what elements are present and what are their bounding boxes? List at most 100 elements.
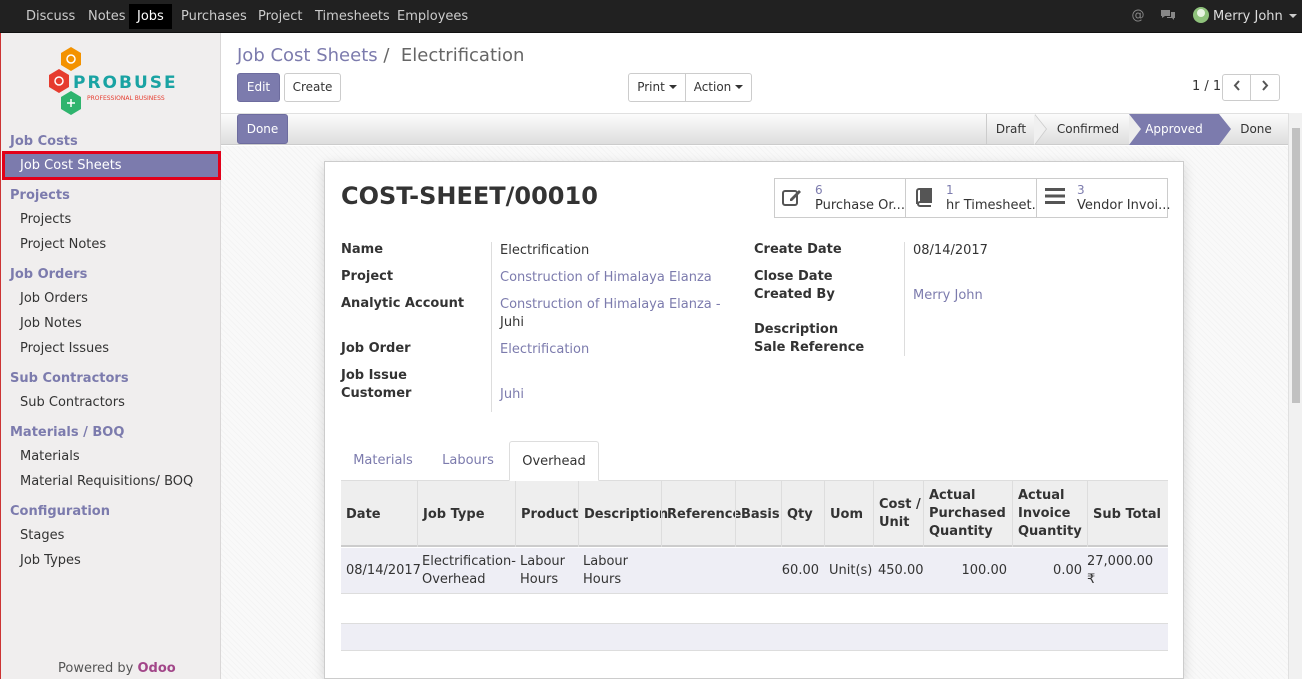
section-job-orders: Job Orders: [10, 267, 88, 282]
pager-value: 1 / 1: [1192, 79, 1222, 94]
col-date[interactable]: Date: [341, 481, 417, 547]
done-button[interactable]: Done: [237, 114, 288, 144]
stage-confirmed[interactable]: Confirmed: [1047, 114, 1129, 145]
form-sheet: COST-SHEET/00010 6 Purchase Or... 1 hr T…: [324, 161, 1184, 679]
edit-button[interactable]: Edit: [237, 73, 280, 102]
stage-done[interactable]: Done: [1231, 114, 1281, 145]
odoo-link[interactable]: Odoo: [138, 661, 176, 676]
scrollbar[interactable]: [1288, 113, 1302, 679]
purchase-orders-label: Purchase Or...: [815, 198, 905, 213]
col-reference[interactable]: Reference: [661, 481, 741, 547]
section-sub-contractors: Sub Contractors: [10, 371, 129, 386]
breadcrumb-current: Electrification: [400, 45, 525, 66]
sidebar-item-job-notes[interactable]: Job Notes: [20, 316, 82, 331]
created-by-label: Created By: [754, 287, 835, 302]
col-qty[interactable]: Qty: [781, 481, 824, 547]
table-header: Date Job Type Product Description Refere…: [341, 481, 1168, 547]
timesheet-smart-button[interactable]: 1 hr Timesheet...: [905, 178, 1044, 218]
create-date-value: 08/14/2017: [913, 243, 988, 258]
tab-overhead[interactable]: Overhead: [509, 441, 599, 481]
menu-timesheets[interactable]: Timesheets: [307, 4, 398, 29]
purchase-orders-smart-button[interactable]: 6 Purchase Or...: [774, 178, 906, 218]
chat-icon[interactable]: [1160, 8, 1176, 24]
caret-down-icon: [668, 85, 677, 89]
sidebar-item-stages[interactable]: Stages: [20, 528, 64, 543]
analytic-account-link-cont[interactable]: Juhi: [500, 315, 524, 330]
sidebar-item-projects[interactable]: Projects: [20, 212, 71, 227]
project-link[interactable]: Construction of Himalaya Elanza: [500, 270, 712, 285]
create-date-label: Create Date: [754, 242, 842, 257]
create-button[interactable]: Create: [284, 73, 341, 102]
col-uom[interactable]: Uom: [824, 481, 873, 547]
pager-previous-button[interactable]: [1222, 74, 1251, 101]
tab-materials[interactable]: Materials: [343, 441, 423, 481]
cell-date: 08/14/2017: [346, 563, 421, 578]
created-by-link[interactable]: Merry John: [913, 288, 983, 303]
user-name: Merry John: [1213, 9, 1283, 24]
stage-draft[interactable]: Draft: [987, 114, 1035, 145]
job-issue-label: Job Issue: [341, 368, 407, 383]
sidebar-item-job-orders[interactable]: Job Orders: [20, 291, 88, 306]
menu-notes[interactable]: Notes: [80, 4, 134, 29]
menu-project[interactable]: Project: [250, 4, 310, 29]
col-actual-invoice[interactable]: Actual Invoice Quantity: [1012, 481, 1087, 547]
pager-next-button[interactable]: [1250, 74, 1280, 101]
close-date-label: Close Date: [754, 269, 833, 284]
name-value: Electrification: [500, 243, 590, 258]
analytic-account-link[interactable]: Construction of Himalaya Elanza -: [500, 297, 721, 312]
cell-job-type: Electrification-Overhead: [422, 554, 516, 587]
at-icon[interactable]: @: [1130, 8, 1146, 24]
menu-discuss[interactable]: Discuss: [18, 4, 83, 29]
section-configuration: Configuration: [10, 504, 110, 519]
print-dropdown[interactable]: Print: [628, 73, 686, 102]
sidebar-item-job-cost-sheets[interactable]: Job Cost Sheets: [2, 151, 221, 180]
sidebar-item-sub-contractors[interactable]: Sub Contractors: [20, 395, 125, 410]
scrollbar-thumb[interactable]: [1292, 128, 1300, 403]
statusbar: Done Draft Confirmed Approved Done: [221, 113, 1302, 145]
cell-sub-total: 27,000.00 ₹: [1087, 554, 1154, 587]
breadcrumb: Job Cost Sheets / Electrification: [237, 45, 524, 66]
sidebar-item-materials[interactable]: Materials: [20, 449, 80, 464]
cell-uom: Unit(s): [829, 563, 873, 578]
col-product[interactable]: Product: [515, 481, 578, 547]
svg-text:PROFESSIONAL BUSINESS: PROFESSIONAL BUSINESS: [87, 95, 165, 102]
sidebar-item-job-types[interactable]: Job Types: [20, 553, 81, 568]
col-actual-purchased[interactable]: Actual Purchased Quantity: [923, 481, 1012, 547]
cell-cost-unit: 450.00: [878, 563, 924, 578]
col-basis[interactable]: Basis: [735, 481, 781, 547]
svg-text:PROBUSE: PROBUSE: [73, 73, 178, 93]
breadcrumb-parent[interactable]: Job Cost Sheets: [237, 45, 378, 66]
action-dropdown[interactable]: Action: [685, 73, 752, 102]
probuse-logo: PROBUSE PROFESSIONAL BUSINESS: [41, 45, 186, 120]
vendor-invoices-label: Vendor Invoi...: [1077, 198, 1171, 213]
col-description[interactable]: Description: [578, 481, 668, 547]
col-sub-total[interactable]: Sub Total: [1087, 481, 1168, 547]
user-menu[interactable]: Merry John: [1193, 7, 1297, 27]
caret-down-icon: [735, 85, 744, 89]
menu-jobs[interactable]: Jobs: [129, 4, 172, 29]
menu-employees[interactable]: Employees: [389, 4, 476, 29]
chevron-left-icon: [1233, 80, 1240, 91]
stage-approved[interactable]: Approved: [1129, 114, 1219, 145]
purchase-orders-count: 6: [815, 183, 823, 197]
tab-labours[interactable]: Labours: [429, 441, 507, 481]
project-label: Project: [341, 269, 394, 284]
col-job-type[interactable]: Job Type: [417, 481, 515, 547]
vendor-invoices-count: 3: [1077, 183, 1085, 197]
list-icon: [1043, 187, 1067, 211]
caret-down-icon: [1288, 14, 1297, 18]
timesheet-count: 1: [946, 183, 954, 197]
sidebar-item-material-requisitions[interactable]: Material Requisitions/ BOQ: [20, 474, 193, 489]
record-title: COST-SHEET/00010: [341, 182, 598, 210]
vendor-invoices-smart-button[interactable]: 3 Vendor Invoi...: [1036, 178, 1171, 218]
sidebar-item-project-issues[interactable]: Project Issues: [20, 341, 109, 356]
top-navbar: Discuss Notes Jobs Purchases Project Tim…: [0, 0, 1302, 33]
table-row[interactable]: 08/14/2017 Electrification-Overhead Labo…: [341, 548, 1168, 594]
job-order-label: Job Order: [341, 341, 411, 356]
customer-link[interactable]: Juhi: [500, 387, 524, 402]
sidebar-item-project-notes[interactable]: Project Notes: [20, 237, 106, 252]
menu-purchases[interactable]: Purchases: [173, 4, 255, 29]
col-cost-unit[interactable]: Cost / Unit: [873, 481, 923, 547]
job-order-link[interactable]: Electrification: [500, 342, 589, 357]
chevron-right-icon: [1262, 80, 1269, 91]
